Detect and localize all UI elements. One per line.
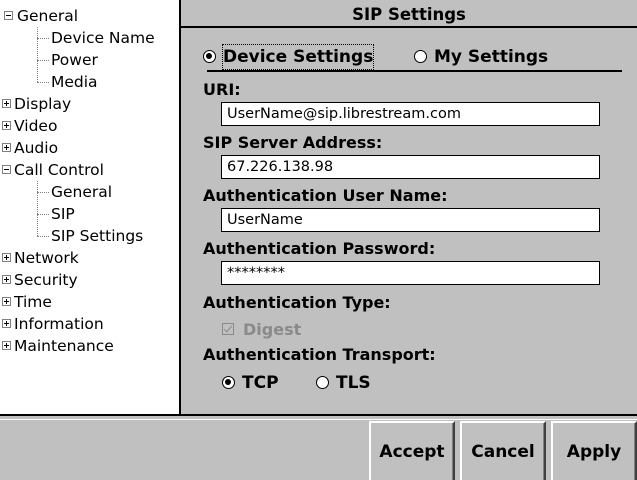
tree-item-label: Video <box>14 117 58 135</box>
my-settings-label: My Settings <box>434 47 549 67</box>
separator-line <box>207 70 622 72</box>
tcp-radio[interactable]: TCP <box>222 371 302 395</box>
tree-item-call-control[interactable]: Call Control <box>0 159 181 181</box>
expand-icon[interactable] <box>2 253 11 262</box>
expand-icon[interactable] <box>2 341 11 350</box>
uri-label: URI: <box>203 80 241 99</box>
tree-item-label: Network <box>14 249 79 267</box>
tree-item-label: Maintenance <box>14 337 114 355</box>
digest-label: Digest <box>243 320 302 339</box>
tree-item-display[interactable]: Display <box>0 93 181 115</box>
tree-item-label: Audio <box>14 139 59 157</box>
tree-item-label: SIP <box>51 205 75 223</box>
device-settings-label: Device Settings <box>221 44 375 70</box>
checkbox-checked-icon <box>222 323 234 335</box>
auth-password-field[interactable]: ******** <box>221 261 600 285</box>
settings-tree: General Device Name Power Media Display … <box>0 0 181 414</box>
cancel-button[interactable]: Cancel <box>460 421 546 480</box>
apply-button[interactable]: Apply <box>551 421 637 480</box>
tree-item-label: Media <box>51 73 98 91</box>
tree-item-label: Security <box>14 271 78 289</box>
tree-item-audio[interactable]: Audio <box>0 137 181 159</box>
tree-item-label: Information <box>14 315 104 333</box>
auth-password-label: Authentication Password: <box>203 239 436 258</box>
auth-transport-label: Authentication Transport: <box>203 345 436 364</box>
tls-label: TLS <box>336 373 371 393</box>
button-bar: Accept Cancel Apply <box>0 414 637 480</box>
tree-item-label: Device Name <box>51 29 155 47</box>
collapse-icon[interactable] <box>2 165 11 174</box>
tcp-label: TCP <box>242 373 279 393</box>
expand-icon[interactable] <box>2 121 11 130</box>
tree-item-general[interactable]: General <box>0 5 181 27</box>
tree-item-cc-general[interactable]: General <box>0 181 181 203</box>
tree-item-label: General <box>17 7 79 25</box>
tree-item-label: Call Control <box>14 161 104 179</box>
uri-field[interactable]: UserName@sip.librestream.com <box>221 102 600 126</box>
tree-item-information[interactable]: Information <box>0 313 181 335</box>
tree-item-label: SIP Settings <box>51 227 144 245</box>
tree-item-label: Time <box>14 293 52 311</box>
expand-icon[interactable] <box>2 297 11 306</box>
panel-title: SIP Settings <box>181 0 637 28</box>
tree-item-label: Display <box>14 95 72 113</box>
tree-item-media[interactable]: Media <box>0 71 181 93</box>
tls-radio[interactable]: TLS <box>316 371 396 395</box>
radio-selected-icon[interactable] <box>203 50 216 63</box>
expand-icon[interactable] <box>2 319 11 328</box>
auth-user-label: Authentication User Name: <box>203 186 448 205</box>
expand-icon[interactable] <box>2 99 11 108</box>
device-settings-radio[interactable]: Device Settings <box>203 44 375 70</box>
expand-icon[interactable] <box>2 275 11 284</box>
tree-item-maintenance[interactable]: Maintenance <box>0 335 181 357</box>
radio-unselected-icon[interactable] <box>316 376 329 389</box>
accept-button[interactable]: Accept <box>369 421 455 480</box>
auth-type-label: Authentication Type: <box>203 293 391 312</box>
tree-item-power[interactable]: Power <box>0 49 181 71</box>
radio-unselected-icon[interactable] <box>414 50 427 63</box>
tree-item-security[interactable]: Security <box>0 269 181 291</box>
tree-item-label: Power <box>51 51 98 69</box>
radio-selected-icon[interactable] <box>222 376 235 389</box>
tree-item-device-name[interactable]: Device Name <box>0 27 181 49</box>
tree-item-sip[interactable]: SIP <box>0 203 181 225</box>
tree-item-video[interactable]: Video <box>0 115 181 137</box>
tree-item-time[interactable]: Time <box>0 291 181 313</box>
sip-settings-panel: SIP Settings Device Settings My Settings… <box>181 0 637 414</box>
tree-item-label: General <box>51 183 113 201</box>
sip-server-label: SIP Server Address: <box>203 133 383 152</box>
collapse-icon[interactable] <box>4 11 13 20</box>
expand-icon[interactable] <box>2 143 11 152</box>
my-settings-radio[interactable]: My Settings <box>414 45 554 69</box>
tree-item-network[interactable]: Network <box>0 247 181 269</box>
tree-item-sip-settings[interactable]: SIP Settings <box>0 225 181 247</box>
sip-server-field[interactable]: 67.226.138.98 <box>221 155 600 179</box>
auth-user-field[interactable]: UserName <box>221 208 600 232</box>
